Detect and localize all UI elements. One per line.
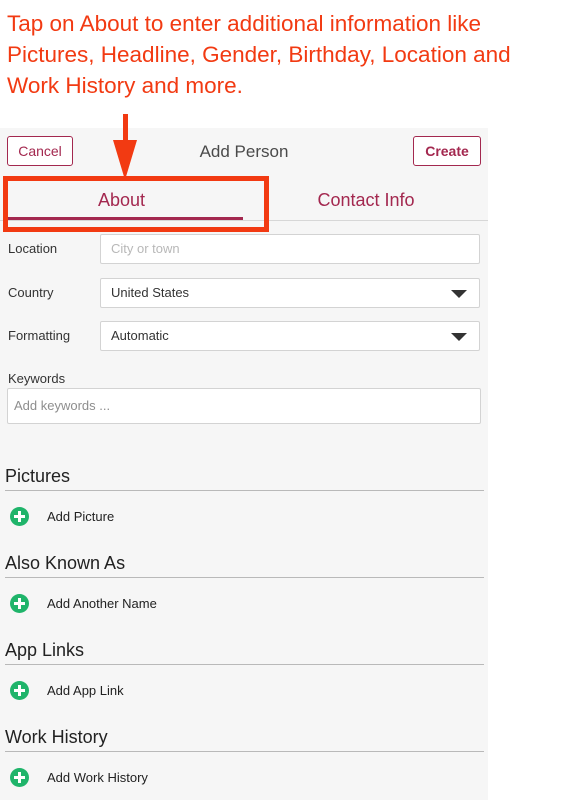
chevron-down-icon <box>451 333 467 341</box>
country-select[interactable]: United States <box>100 278 480 308</box>
section-divider <box>5 664 484 665</box>
plus-circle-icon <box>10 768 29 787</box>
add-work-history-label: Add Work History <box>47 770 148 785</box>
keywords-placeholder: Add keywords ... <box>14 398 111 413</box>
section-divider <box>5 490 484 491</box>
location-label: Location <box>8 241 58 256</box>
formatting-select[interactable]: Automatic <box>100 321 480 351</box>
chevron-down-icon <box>451 290 467 298</box>
create-button[interactable]: Create <box>413 136 481 166</box>
add-app-link-label: Add App Link <box>47 683 124 698</box>
plus-circle-icon <box>10 507 29 526</box>
instruction-annotation: Tap on About to enter additional informa… <box>7 11 511 98</box>
about-tab-highlight-box <box>3 176 269 232</box>
formatting-label: Formatting <box>8 328 71 343</box>
formatting-value: Automatic <box>111 328 169 343</box>
section-title-work-history: Work History <box>5 727 108 747</box>
header-bar: Cancel Add Person Create <box>0 128 488 176</box>
location-placeholder: City or town <box>111 241 180 256</box>
keywords-input[interactable]: Add keywords ... <box>7 388 481 424</box>
keywords-label: Keywords <box>8 371 66 386</box>
tab-contact-info[interactable]: Contact Info <box>244 190 488 211</box>
plus-circle-icon <box>10 681 29 700</box>
section-divider <box>5 577 484 578</box>
country-value: United States <box>111 285 190 300</box>
plus-circle-icon <box>10 594 29 613</box>
country-label: Country <box>8 285 54 300</box>
section-title-also-known-as: Also Known As <box>5 553 126 573</box>
annotation-arrow-down-icon <box>113 140 137 180</box>
section-divider <box>5 751 484 752</box>
add-another-name-label: Add Another Name <box>47 596 157 611</box>
add-picture-label: Add Picture <box>47 509 115 524</box>
section-title-app-links: App Links <box>5 640 85 660</box>
location-input[interactable]: City or town <box>100 234 480 264</box>
section-title-pictures: Pictures <box>5 466 71 486</box>
